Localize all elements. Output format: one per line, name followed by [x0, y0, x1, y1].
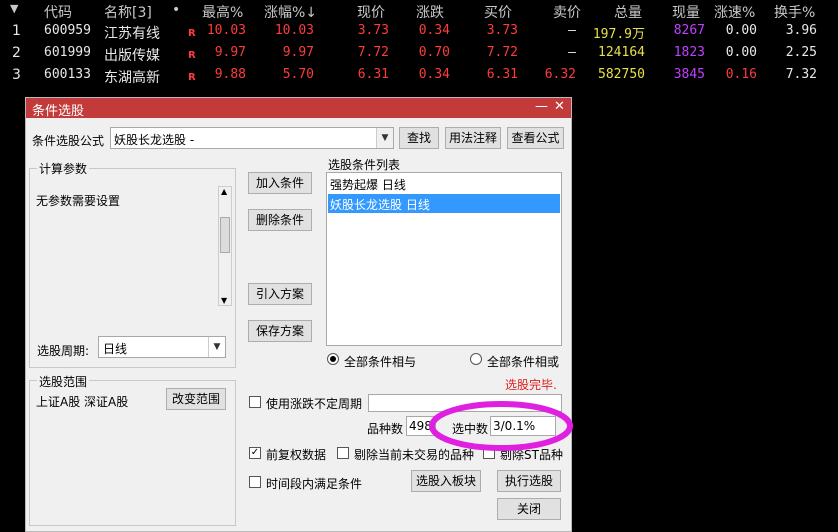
- table-row[interactable]: 2 601999 出版传媒 R 9.97 9.97 7.72 0.70 7.72…: [0, 43, 838, 65]
- col-speed[interactable]: 涨速%: [714, 2, 755, 22]
- view-formula-button[interactable]: 查看公式: [507, 127, 564, 149]
- period-label: 选股周期:: [37, 344, 90, 358]
- condition-select-dialog: 条件选股 — ✕ 条件选股公式 妖股长龙选股 - ▼ 查找 用法注释 查看公式 …: [25, 97, 573, 532]
- close-icon[interactable]: ✕: [554, 99, 565, 114]
- time-range-label: 时间段内满足条件: [266, 477, 363, 491]
- import-scheme-button[interactable]: 引入方案: [248, 283, 312, 305]
- execute-button[interactable]: 执行选股: [497, 470, 561, 492]
- condition-list-title: 选股条件列表: [328, 158, 401, 172]
- list-item-selected[interactable]: 妖股长龙选股 日线: [328, 194, 560, 213]
- formula-select[interactable]: 妖股长龙选股 - ▼: [110, 127, 394, 149]
- chevron-down-icon[interactable]: ▼: [208, 337, 225, 357]
- radio-all-or[interactable]: [470, 353, 482, 365]
- r-flag-icon: R: [188, 50, 196, 61]
- change-range-button[interactable]: 改变范围: [166, 388, 226, 410]
- usage-button[interactable]: 用法注释: [445, 127, 501, 149]
- highlight-ellipse-shape: [429, 401, 573, 451]
- find-button[interactable]: 查找: [399, 127, 439, 149]
- dialog-title: 条件选股: [32, 104, 85, 119]
- highlight-ellipse: [429, 401, 573, 451]
- col-change[interactable]: 涨跌: [416, 2, 444, 22]
- period-select[interactable]: 日线 ▼: [98, 336, 226, 358]
- r-flag-icon: R: [188, 28, 196, 39]
- formula-value: 妖股长龙选股 -: [114, 133, 195, 147]
- col-ask[interactable]: 卖价: [553, 2, 581, 22]
- scroll-thumb[interactable]: [220, 217, 230, 253]
- radio-all-or-label: 全部条件相或: [487, 355, 560, 369]
- radio-all-and[interactable]: [327, 353, 339, 365]
- col-high[interactable]: 最高%: [202, 2, 243, 22]
- uncertain-period-checkbox[interactable]: [249, 396, 261, 408]
- col-bid[interactable]: 买价: [484, 2, 512, 22]
- scroll-down-icon[interactable]: ▼: [221, 296, 227, 305]
- table-row[interactable]: 1 600959 江苏有线 R 10.03 10.03 3.73 0.34 3.…: [0, 21, 838, 43]
- add-to-block-button[interactable]: 选股入板块: [411, 470, 481, 492]
- uncertain-period-label: 使用涨跌不定周期: [266, 397, 363, 411]
- col-cur-vol[interactable]: 现量: [672, 2, 700, 22]
- range-text: 上证A股 深证A股: [36, 395, 129, 409]
- col-name[interactable]: 名称[3]: [104, 2, 152, 22]
- status-text: 选股完毕.: [505, 378, 557, 392]
- list-item[interactable]: 强势起爆 日线: [328, 175, 560, 193]
- condition-list: 强势起爆 日线 妖股长龙选股 日线: [326, 172, 562, 346]
- period-value: 日线: [103, 342, 128, 356]
- params-scrollbar[interactable]: ▲ ▼: [218, 186, 232, 306]
- minimize-icon[interactable]: —: [535, 99, 548, 114]
- chevron-down-icon[interactable]: ▼: [376, 128, 393, 148]
- range-title: 选股范围: [37, 373, 90, 390]
- params-text: 无参数需要设置: [36, 194, 121, 208]
- params-title: 计算参数: [37, 160, 90, 177]
- col-turnover[interactable]: 换手%: [774, 2, 815, 22]
- sort-arrow-icon[interactable]: ▼: [10, 2, 18, 15]
- count-label: 品种数: [367, 422, 404, 436]
- col-dot: •: [172, 2, 181, 18]
- col-change-pct[interactable]: 涨幅%↓: [264, 2, 317, 22]
- radio-all-and-label: 全部条件相与: [344, 355, 417, 369]
- scroll-up-icon[interactable]: ▲: [221, 187, 227, 196]
- delete-condition-button[interactable]: 删除条件: [248, 209, 312, 231]
- col-volume[interactable]: 总量: [614, 2, 642, 22]
- exclude-untraded-checkbox[interactable]: [337, 447, 349, 459]
- add-condition-button[interactable]: 加入条件: [248, 172, 312, 194]
- col-price[interactable]: 现价: [357, 2, 385, 22]
- dialog-title-bar[interactable]: 条件选股 — ✕: [26, 98, 571, 119]
- table-row[interactable]: 3 600133 东湖高新 R 9.88 5.70 6.31 0.34 6.31…: [0, 65, 838, 87]
- r-flag-icon: R: [188, 72, 196, 83]
- table-header: ▼ 代码 名称[3] • 最高% 涨幅%↓ 现价 涨跌 买价 卖价 总量 现量 …: [0, 0, 838, 22]
- save-scheme-button[interactable]: 保存方案: [248, 320, 312, 342]
- close-button[interactable]: 关闭: [497, 498, 561, 520]
- time-range-checkbox[interactable]: [249, 476, 261, 488]
- fq-checkbox[interactable]: ✓: [249, 447, 261, 459]
- fq-label: 前复权数据: [266, 448, 327, 462]
- col-code[interactable]: 代码: [44, 2, 72, 22]
- formula-label: 条件选股公式: [32, 134, 105, 148]
